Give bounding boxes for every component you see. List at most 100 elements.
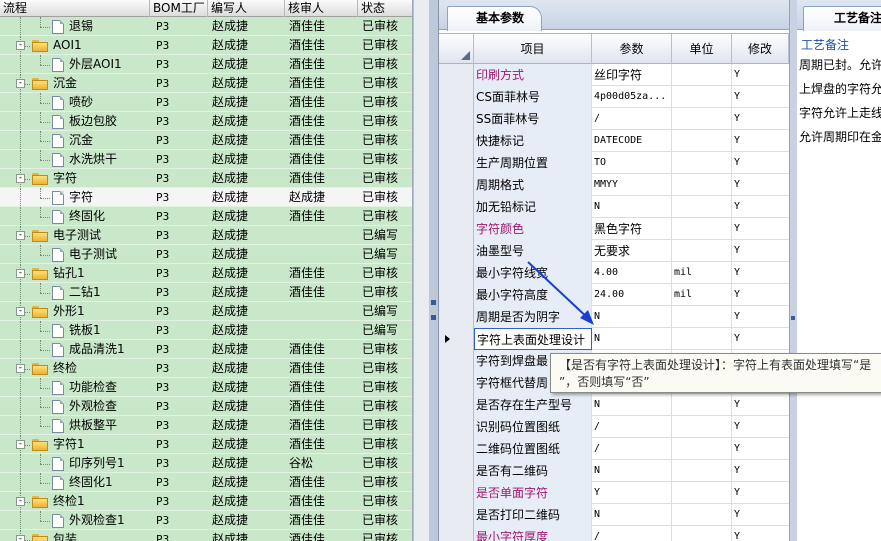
col-header-param[interactable]: 参数 [592,34,672,64]
tree-node[interactable]: 终固化 [0,207,150,227]
param-item-cell[interactable]: 快捷标记 [474,130,592,152]
param-item-cell[interactable]: 周期格式 [474,174,592,196]
tree-folder-row[interactable]: - 字符1 P3 赵成捷 酒佳佳 已审核 [0,435,412,455]
row-selector[interactable] [439,438,474,460]
row-selector[interactable] [439,86,474,108]
tab-process-notes[interactable]: 工艺备注 [803,6,881,31]
row-selector[interactable] [439,372,474,394]
param-row[interactable]: 最小字符线宽 4.00 mil Y [439,262,795,284]
tree-node[interactable]: - 包装 [0,530,150,541]
tree-node[interactable]: 功能检查 [0,378,150,398]
param-modify-cell[interactable]: Y [732,130,795,152]
collapse-toggle-icon[interactable]: - [16,79,25,88]
param-unit-cell[interactable] [672,240,732,262]
param-row[interactable]: 字符颜色 黑色字符 Y [439,218,795,240]
param-modify-cell[interactable]: Y [732,64,795,86]
tree-node[interactable]: - 电子测试 [0,226,150,246]
param-row[interactable]: CS面菲林号 4p00d05za... Y [439,86,795,108]
tree-node[interactable]: 板边包胶 [0,112,150,132]
tree-step-row[interactable]: 铣板1 P3 赵成捷 已编写 [0,321,412,341]
col-header-reviewer[interactable]: 核审人 [285,0,358,17]
param-unit-cell[interactable] [672,86,732,108]
row-selector[interactable] [439,394,474,416]
col-header-item[interactable]: 项目 [474,34,592,64]
param-value-cell[interactable]: 无要求 [592,240,672,262]
tree-folder-row[interactable]: - 终检 P3 赵成捷 酒佳佳 已审核 [0,359,412,379]
row-selector[interactable] [439,240,474,262]
param-row[interactable]: 最小字符厚度 / Y [439,526,795,541]
param-modify-cell[interactable]: Y [732,504,795,526]
param-row[interactable]: 字符上表面处理设计 N Y [439,328,795,350]
param-row[interactable]: SS面菲林号 / Y [439,108,795,130]
param-unit-cell[interactable] [672,108,732,130]
param-row[interactable]: 二维码位置图纸 / Y [439,438,795,460]
param-unit-cell[interactable] [672,438,732,460]
param-item-cell[interactable]: 周期是否为阴字 [474,306,592,328]
param-unit-cell[interactable] [672,482,732,504]
param-modify-cell[interactable]: Y [732,328,795,350]
param-value-cell[interactable]: MMYY [592,174,672,196]
param-modify-cell[interactable]: Y [732,196,795,218]
param-value-cell[interactable]: 4.00 [592,262,672,284]
param-modify-cell[interactable]: Y [732,482,795,504]
row-selector[interactable] [439,350,474,372]
tree-node[interactable]: 终固化1 [0,473,150,493]
tab-basic-params[interactable]: 基本参数 [447,6,542,31]
tree-step-row[interactable]: 沉金 P3 赵成捷 酒佳佳 已审核 [0,131,412,151]
tree-step-row[interactable]: 退锡 P3 赵成捷 酒佳佳 已审核 [0,17,412,37]
param-item-cell[interactable]: 字符颜色 [474,218,592,240]
row-selector[interactable] [439,460,474,482]
param-row[interactable]: 是否单面字符 Y Y [439,482,795,504]
param-value-cell[interactable]: 丝印字符 [592,64,672,86]
param-row[interactable]: 是否打印二维码 N Y [439,504,795,526]
panel-splitter[interactable] [429,0,439,541]
collapse-toggle-icon[interactable]: - [16,440,25,449]
row-selector[interactable] [439,526,474,541]
param-item-cell[interactable]: 最小字符线宽 [474,262,592,284]
col-header-unit[interactable]: 单位 [672,34,732,64]
tree-node[interactable]: 二钻1 [0,283,150,303]
row-selector[interactable] [439,218,474,240]
collapse-toggle-icon[interactable]: - [16,231,25,240]
tree-step-row[interactable]: 外观检查1 P3 赵成捷 酒佳佳 已审核 [0,511,412,531]
param-value-cell[interactable]: 黑色字符 [592,218,672,240]
param-value-cell[interactable]: Y [592,482,672,504]
tree-node[interactable]: 印序列号1 [0,454,150,474]
tree-step-row[interactable]: 字符 P3 赵成捷 赵成捷 已审核 [0,188,412,208]
param-modify-cell[interactable]: Y [732,262,795,284]
param-modify-cell[interactable]: Y [732,218,795,240]
param-item-cell[interactable]: 是否单面字符 [474,482,592,504]
tree-node[interactable]: 成品清洗1 [0,340,150,360]
param-row[interactable]: 快捷标记 DATECODE Y [439,130,795,152]
param-item-cell[interactable]: 识别码位置图纸 [474,416,592,438]
tree-node[interactable]: 烘板整平 [0,416,150,436]
param-unit-cell[interactable] [672,394,732,416]
row-selector[interactable] [439,306,474,328]
row-selector[interactable] [439,130,474,152]
param-row[interactable]: 周期格式 MMYY Y [439,174,795,196]
tree-folder-row[interactable]: - AOI1 P3 赵成捷 酒佳佳 已审核 [0,36,412,56]
param-item-cell[interactable]: 印刷方式 [474,64,592,86]
param-row[interactable]: 加无铅标记 N Y [439,196,795,218]
row-selector[interactable] [439,262,474,284]
collapse-toggle-icon[interactable]: - [16,535,25,541]
row-selector[interactable] [439,108,474,130]
param-row[interactable]: 印刷方式 丝印字符 Y [439,64,795,86]
tree-node[interactable]: 外观检查 [0,397,150,417]
param-unit-cell[interactable] [672,526,732,541]
collapse-toggle-icon[interactable]: - [16,41,25,50]
param-modify-cell[interactable]: Y [732,152,795,174]
tree-node[interactable]: 退锡 [0,17,150,37]
param-unit-cell[interactable] [672,306,732,328]
param-unit-cell[interactable] [672,152,732,174]
collapse-toggle-icon[interactable]: - [16,364,25,373]
param-item-cell[interactable]: 字符上表面处理设计 [474,328,592,350]
param-unit-cell[interactable] [672,460,732,482]
tree-vertical-scrollbar[interactable] [413,0,429,541]
col-header-flow[interactable]: 流程 [0,0,150,17]
param-unit-cell[interactable] [672,218,732,240]
param-modify-cell[interactable]: Y [732,394,795,416]
param-modify-cell[interactable]: Y [732,460,795,482]
tree-node[interactable]: - 字符 [0,169,150,189]
param-modify-cell[interactable]: Y [732,438,795,460]
